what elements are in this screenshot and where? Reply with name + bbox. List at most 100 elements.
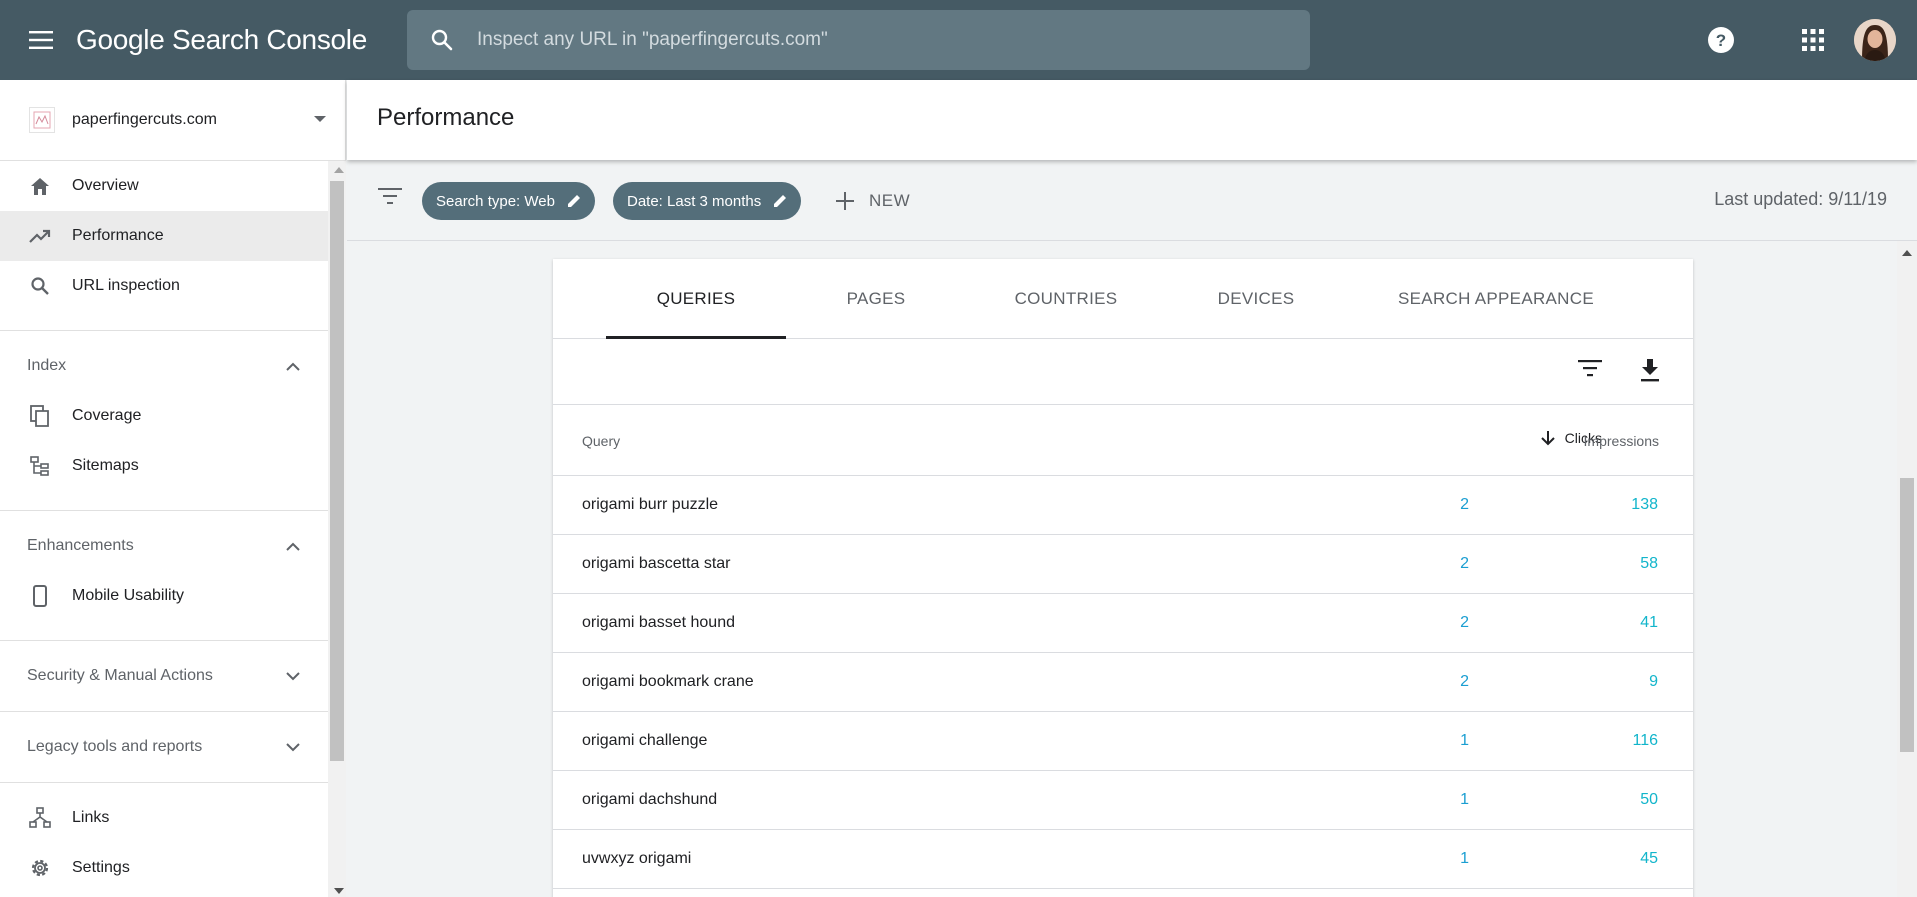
avatar[interactable] [1854, 19, 1896, 61]
filter-bar: Search type: Web Date: Last 3 months NEW… [347, 160, 1917, 241]
clicks-cell: 2 [1460, 614, 1469, 631]
sidebar-item-url-inspection[interactable]: URL inspection [0, 261, 328, 311]
sidebar-item-performance[interactable]: Performance [0, 211, 328, 261]
impressions-cell: 138 [1631, 496, 1658, 513]
tab-queries[interactable]: QUERIES [606, 259, 786, 339]
sidebar-item-settings[interactable]: Settings [0, 843, 328, 893]
caret-down-icon [314, 116, 326, 122]
results-card: QUERIES PAGES COUNTRIES DEVICES SEARCH A… [553, 259, 1693, 897]
dimension-tabs: QUERIES PAGES COUNTRIES DEVICES SEARCH A… [553, 259, 1693, 339]
new-filter-button[interactable]: NEW [833, 187, 910, 215]
clicks-cell: 1 [1460, 791, 1469, 808]
chevron-up-icon [284, 537, 302, 555]
date-chip[interactable]: Date: Last 3 months [613, 182, 802, 220]
table-row[interactable]: origami burr puzzle 2 138 [553, 476, 1693, 535]
sidebar-item-mobile-usability[interactable]: Mobile Usability [0, 571, 328, 621]
app-title[interactable]: Google Search Console [76, 24, 367, 56]
sidebar-scrollbar-thumb[interactable] [330, 181, 344, 761]
sidebar-item-label: Settings [72, 859, 130, 876]
query-cell: origami bascetta star [582, 555, 731, 572]
impressions-cell: 9 [1649, 673, 1658, 690]
tab-countries[interactable]: COUNTRIES [966, 259, 1166, 339]
section-title: Legacy tools and reports [27, 738, 203, 755]
column-header-query[interactable]: Query [582, 433, 620, 449]
page-title: Performance [377, 104, 515, 131]
sitemaps-icon [26, 452, 54, 480]
search-input[interactable] [477, 29, 1310, 51]
filter-icon[interactable] [378, 188, 404, 214]
sidebar-item-label: Performance [72, 227, 164, 244]
impressions-cell: 50 [1640, 791, 1658, 808]
chip-label: Search type: Web [436, 192, 555, 210]
edit-pencil-icon [771, 192, 789, 210]
main-scrollbar-thumb[interactable] [1900, 478, 1914, 752]
chevron-up-icon [284, 357, 302, 375]
query-cell: origami bookmark crane [582, 673, 754, 690]
apps-grid-icon[interactable] [1800, 27, 1826, 53]
impressions-cell: 45 [1640, 850, 1658, 867]
impressions-cell: 58 [1640, 555, 1658, 572]
home-icon [26, 172, 54, 200]
last-updated: Last updated: 9/11/19 [1714, 189, 1887, 209]
property-name: paperfingercuts.com [72, 111, 217, 128]
edit-pencil-icon [565, 192, 583, 210]
svg-text:?: ? [1716, 31, 1726, 50]
property-selector[interactable]: paperfingercuts.com [0, 80, 345, 161]
sidebar-item-overview[interactable]: Overview [0, 161, 328, 211]
sidebar-item-label: Mobile Usability [72, 587, 185, 604]
tab-devices[interactable]: DEVICES [1166, 259, 1346, 339]
sidebar-item-label: Coverage [72, 407, 142, 424]
tab-pages[interactable]: PAGES [786, 259, 966, 339]
chip-label: Date: Last 3 months [627, 192, 762, 210]
table-row[interactable]: origami bascetta star 2 58 [553, 535, 1693, 594]
chevron-down-icon [284, 738, 302, 756]
scroll-down-arrow-icon[interactable] [334, 888, 344, 894]
sidebar-item-label: URL inspection [72, 277, 180, 294]
trending-up-icon [26, 222, 54, 250]
sidebar-item-label: Links [72, 809, 110, 826]
impressions-cell: 116 [1632, 732, 1658, 749]
scroll-up-arrow-icon[interactable] [334, 167, 344, 173]
sidebar-item-label: Overview [72, 177, 139, 194]
sidebar-item-sitemaps[interactable]: Sitemaps [0, 441, 328, 491]
clicks-cell: 1 [1460, 732, 1469, 749]
clicks-cell: 2 [1460, 496, 1469, 513]
search-icon [427, 25, 457, 55]
sidebar-item-coverage[interactable]: Coverage [0, 391, 328, 441]
column-header-impressions[interactable]: Impressions [1459, 433, 1659, 449]
download-icon[interactable] [1638, 357, 1664, 385]
new-filter-label: NEW [869, 191, 911, 210]
sidebar-item-links[interactable]: Links [0, 793, 328, 843]
page-header: Performance [347, 80, 1917, 160]
help-icon[interactable]: ? [1706, 25, 1736, 55]
section-title: Index [27, 357, 67, 374]
menu-icon[interactable] [24, 23, 58, 57]
links-icon [26, 804, 54, 832]
query-cell: origami challenge [582, 732, 708, 749]
chevron-down-icon [284, 667, 302, 685]
table-row[interactable]: uvwxyz origami 1 45 [553, 830, 1693, 889]
section-legacy-tools[interactable]: Legacy tools and reports [0, 712, 328, 782]
main-content: QUERIES PAGES COUNTRIES DEVICES SEARCH A… [347, 241, 1897, 897]
clicks-cell: 2 [1460, 555, 1469, 572]
url-inspect-search[interactable] [407, 10, 1310, 70]
scroll-up-arrow-icon[interactable] [1902, 250, 1912, 256]
query-cell: origami burr puzzle [582, 496, 719, 513]
search-icon [26, 272, 54, 300]
coverage-icon [26, 402, 54, 430]
table-row[interactable]: origami bookmark crane 2 9 [553, 653, 1693, 712]
property-favicon-icon [29, 107, 55, 133]
gear-icon [26, 854, 54, 882]
filter-rows-icon[interactable] [1577, 359, 1603, 385]
search-type-chip[interactable]: Search type: Web [422, 182, 595, 220]
section-security-manual-actions[interactable]: Security & Manual Actions [0, 641, 328, 711]
table-row[interactable]: origami dachshund 1 50 [553, 771, 1693, 830]
tab-search-appearance[interactable]: SEARCH APPEARANCE [1346, 259, 1646, 339]
sidebar-item-label: Sitemaps [72, 457, 139, 474]
table-row[interactable]: origami basset hound 2 41 [553, 594, 1693, 653]
impressions-cell: 41 [1640, 614, 1658, 631]
table-header: Query Clicks Impressions [553, 405, 1693, 476]
table-toolbar [553, 339, 1693, 405]
plus-icon [833, 189, 857, 213]
table-row[interactable]: origami challenge 1 116 [553, 712, 1693, 771]
